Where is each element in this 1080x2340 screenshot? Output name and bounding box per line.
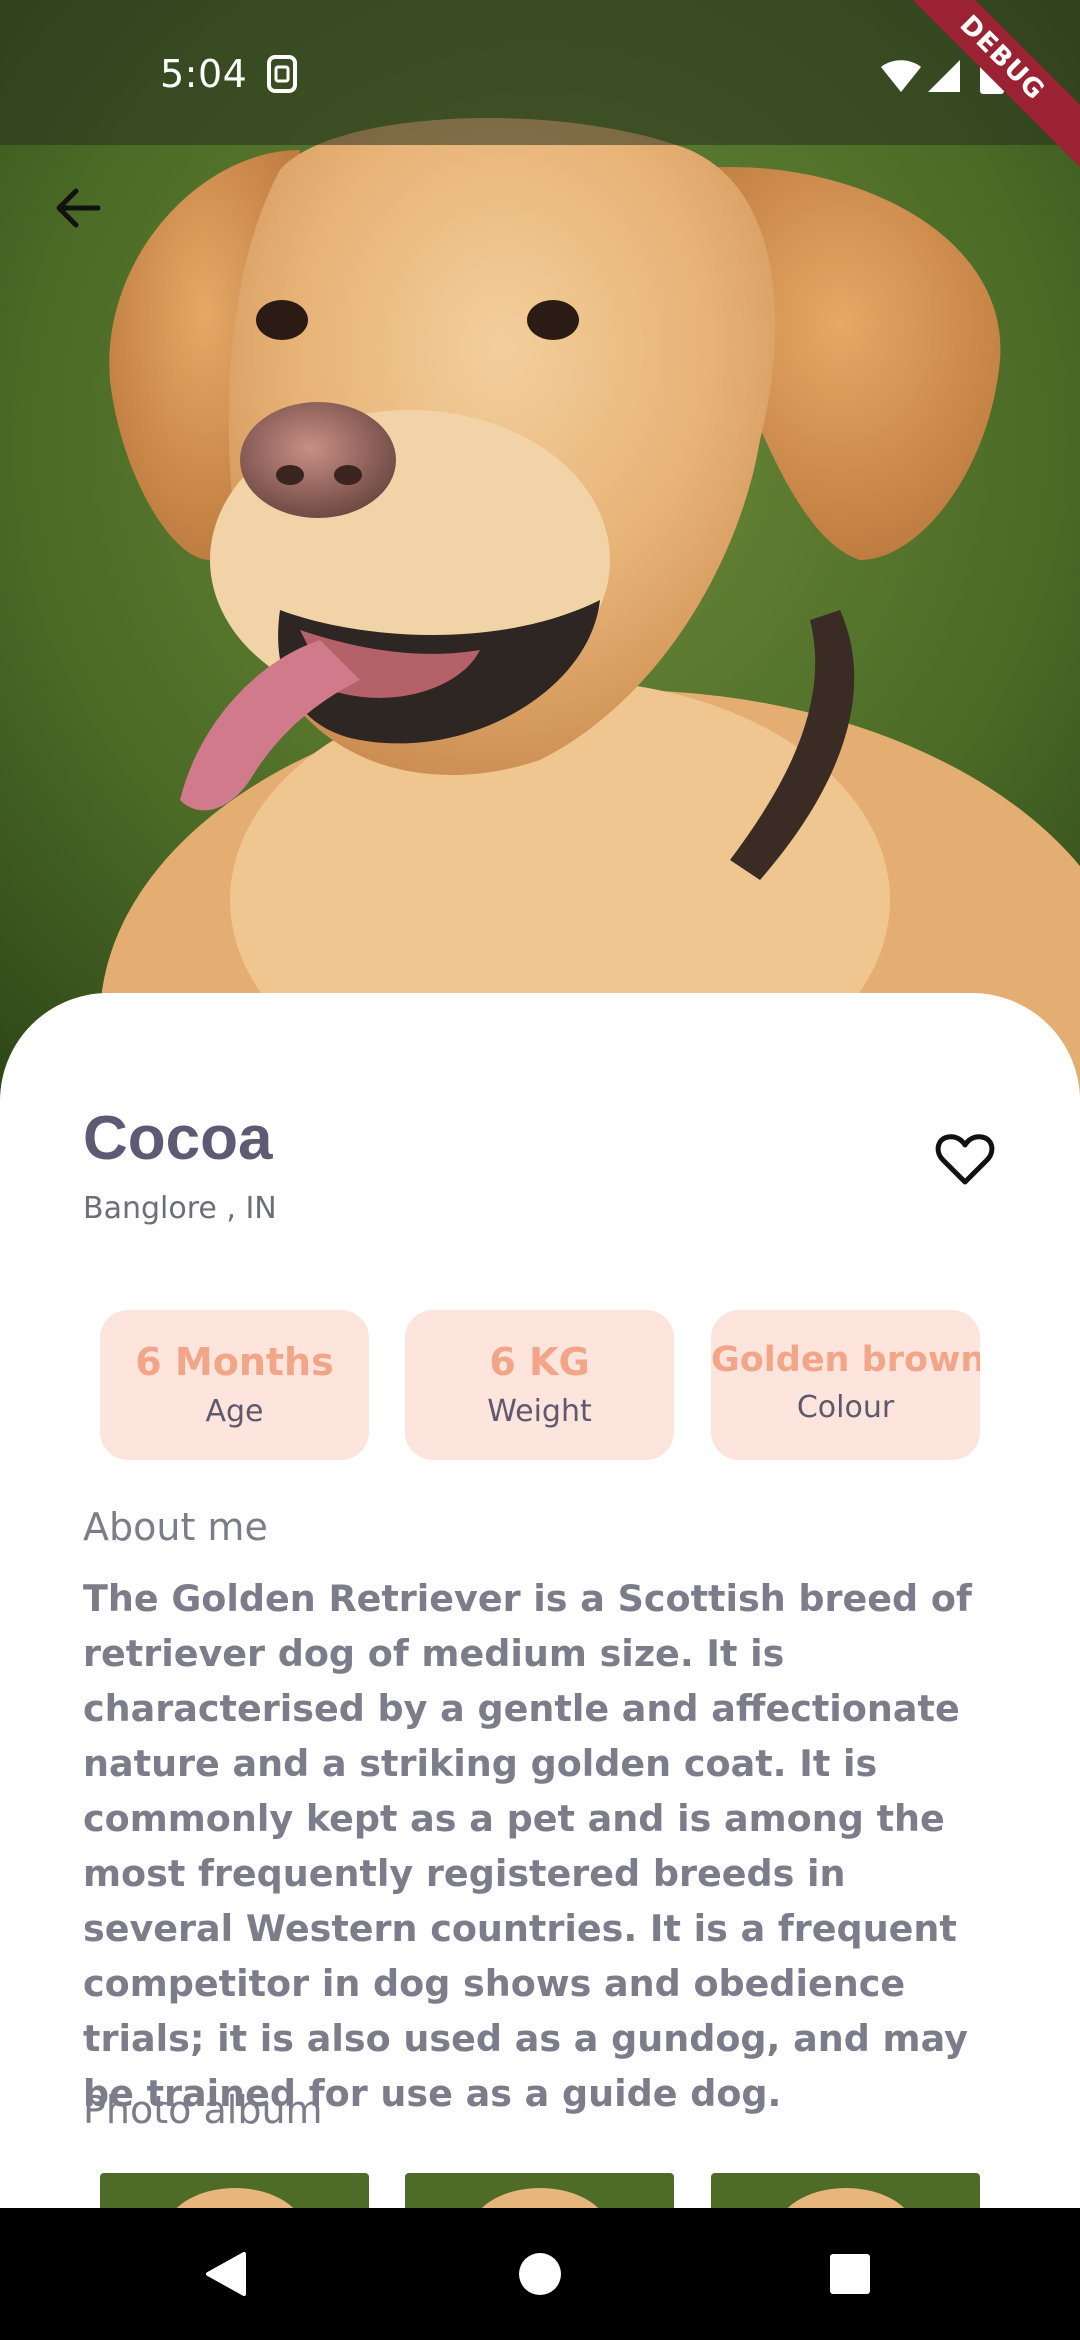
nav-recents-button[interactable] xyxy=(820,2244,880,2304)
triangle-back-icon xyxy=(206,2252,246,2296)
stat-weight: 6 KG Weight xyxy=(405,1310,674,1460)
pet-photo-hero xyxy=(0,0,1080,1100)
arrow-back-icon xyxy=(56,188,101,228)
stat-value: Golden brown xyxy=(711,1340,980,1380)
golden-retriever-photo xyxy=(0,0,1080,1100)
about-heading: About me xyxy=(83,1505,268,1549)
album-photo-image xyxy=(100,2173,369,2208)
circle-home-icon xyxy=(519,2253,561,2295)
pet-details-card: Cocoa Banglore , IN 6 Months Age 6 KG We… xyxy=(0,993,1080,2208)
square-recents-icon xyxy=(830,2254,870,2294)
favorite-button[interactable] xyxy=(928,1123,1002,1197)
album-photo-image xyxy=(405,2173,674,2208)
sim-card-icon xyxy=(267,55,297,93)
stat-value: 6 Months xyxy=(135,1340,334,1384)
stat-colour: Golden brown Colour xyxy=(711,1310,980,1460)
pet-details-screen: 5:04 DEBUG Cocoa Banglore , IN 6 Months … xyxy=(0,0,1080,2340)
nav-home-button[interactable] xyxy=(510,2244,570,2304)
pet-stats: 6 Months Age 6 KG Weight Golden brown Co… xyxy=(100,1310,980,1460)
album-photo[interactable] xyxy=(100,2173,369,2208)
stat-age: 6 Months Age xyxy=(100,1310,369,1460)
wifi-icon xyxy=(881,60,921,92)
cellular-signal-icon xyxy=(928,60,960,92)
about-text: The Golden Retriever is a Scottish breed… xyxy=(83,1577,972,2115)
pet-location: Banglore , IN xyxy=(83,1191,277,1226)
back-button[interactable] xyxy=(40,170,116,246)
album-photo[interactable] xyxy=(405,2173,674,2208)
pet-name: Cocoa xyxy=(83,1104,273,1173)
nav-back-button[interactable] xyxy=(196,2244,256,2304)
status-time: 5:04 xyxy=(160,52,248,96)
heart-outline-icon xyxy=(935,1134,995,1185)
stat-label: Weight xyxy=(487,1394,592,1429)
stat-label: Colour xyxy=(796,1390,895,1425)
status-bar: 5:04 xyxy=(0,0,1080,145)
photo-album xyxy=(100,2173,980,2208)
stat-value: 6 KG xyxy=(489,1340,590,1384)
album-photo[interactable] xyxy=(711,2173,980,2208)
album-photo-image xyxy=(711,2173,980,2208)
system-navigation-bar xyxy=(0,2208,1080,2340)
stat-label: Age xyxy=(205,1394,264,1429)
photo-album-heading: Photo album xyxy=(83,2088,323,2132)
